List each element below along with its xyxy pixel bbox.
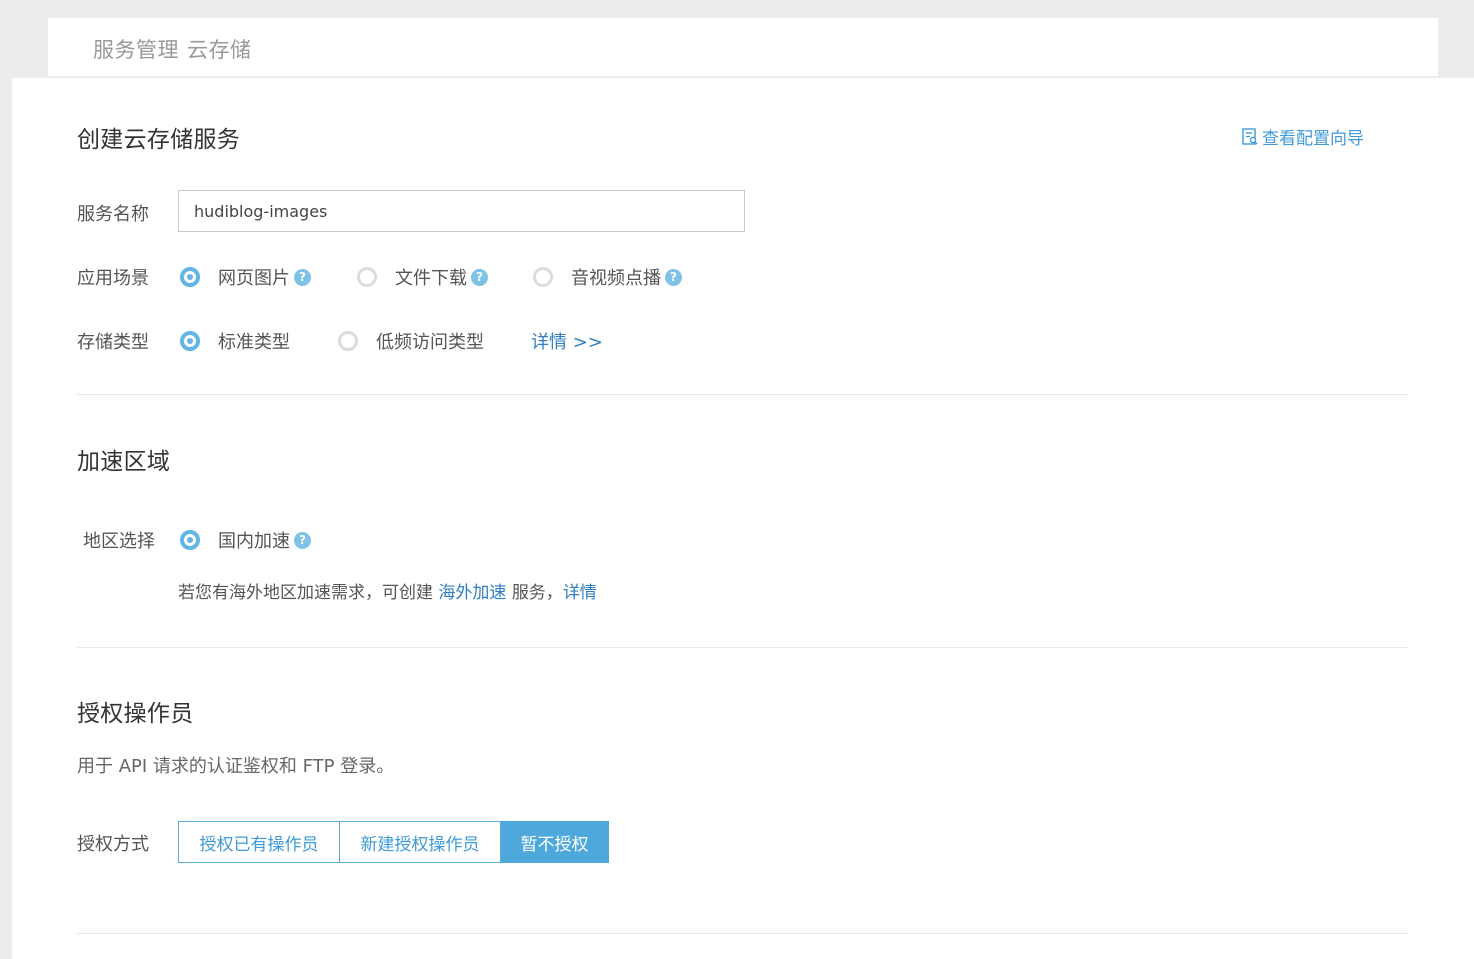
create-service-form: 创建云存储服务 查看配置向导 服务名称 应用场景 网页图片 ? 文件下载 ? 音… (12, 78, 1474, 959)
region-label: 地区选择 (83, 531, 155, 552)
region-option-label: 国内加速 (218, 531, 290, 552)
create-section-title: 创建云存储服务 (77, 127, 241, 153)
document-guide-icon (1242, 128, 1258, 145)
no-auth-button[interactable]: 暂不授权 (501, 821, 609, 863)
radio-unchecked-icon (357, 267, 377, 287)
scene-option-web-images[interactable]: 网页图片 ? (180, 264, 311, 290)
scene-option-file-download[interactable]: 文件下载 ? (357, 264, 488, 290)
scene-option-video-on-demand[interactable]: 音视频点播 ? (533, 264, 682, 290)
radio-checked-icon (180, 267, 200, 287)
question-circle-icon[interactable]: ? (294, 531, 311, 549)
breadcrumb-parent[interactable]: 服务管理 (93, 38, 179, 62)
service-name-input[interactable] (178, 190, 745, 232)
storage-option-standard[interactable]: 标准类型 (180, 328, 290, 354)
radio-unchecked-icon (338, 331, 358, 351)
scene-label: 应用场景 (77, 268, 149, 289)
breadcrumb-current: 云存储 (187, 38, 252, 62)
operator-section-title: 授权操作员 (77, 701, 194, 727)
storage-option-label: 低频访问类型 (376, 332, 484, 353)
question-circle-icon[interactable]: ? (665, 268, 682, 286)
auth-mode-label: 授权方式 (77, 834, 149, 855)
storage-option-label: 标准类型 (218, 332, 290, 353)
operator-description: 用于 API 请求的认证鉴权和 FTP 登录。 (77, 756, 395, 777)
question-circle-icon[interactable]: ? (471, 268, 488, 286)
auth-existing-operator-button[interactable]: 授权已有操作员 (178, 821, 340, 863)
overseas-note-middle: 服务， (511, 583, 563, 603)
radio-checked-icon (180, 331, 200, 351)
storage-detail-link[interactable]: 详情 >> (531, 328, 603, 354)
storage-option-infrequent[interactable]: 低频访问类型 (338, 328, 484, 354)
region-option-domestic[interactable]: 国内加速 ? (180, 527, 311, 553)
service-name-label: 服务名称 (77, 204, 149, 225)
overseas-detail-link[interactable]: 详情 (563, 583, 597, 603)
create-operator-button[interactable]: 新建授权操作员 (340, 821, 501, 863)
section-divider (77, 647, 1409, 648)
scene-option-label: 音视频点播 (571, 268, 661, 289)
auth-mode-segmented-control: 授权已有操作员 新建授权操作员 暂不授权 (178, 821, 609, 863)
radio-checked-icon (180, 530, 200, 550)
overseas-note-prefix: 若您有海外地区加速需求，可创建 (178, 583, 433, 603)
section-divider (77, 394, 1409, 395)
view-guide-link[interactable]: 查看配置向导 (1242, 124, 1364, 149)
overseas-acceleration-link[interactable]: 海外加速 (438, 583, 506, 603)
breadcrumb: 服务管理 云存储 (93, 34, 252, 64)
section-divider (77, 933, 1409, 934)
scene-option-label: 网页图片 (218, 268, 290, 289)
question-circle-icon[interactable]: ? (294, 268, 311, 286)
view-guide-label: 查看配置向导 (1262, 129, 1364, 149)
scene-option-label: 文件下载 (395, 268, 467, 289)
overseas-note: 若您有海外地区加速需求，可创建 海外加速 服务，详情 (178, 578, 597, 603)
acceleration-section-title: 加速区域 (77, 449, 171, 475)
radio-unchecked-icon (533, 267, 553, 287)
breadcrumb-card: 服务管理 云存储 (48, 18, 1438, 76)
storage-type-label: 存储类型 (77, 332, 149, 353)
